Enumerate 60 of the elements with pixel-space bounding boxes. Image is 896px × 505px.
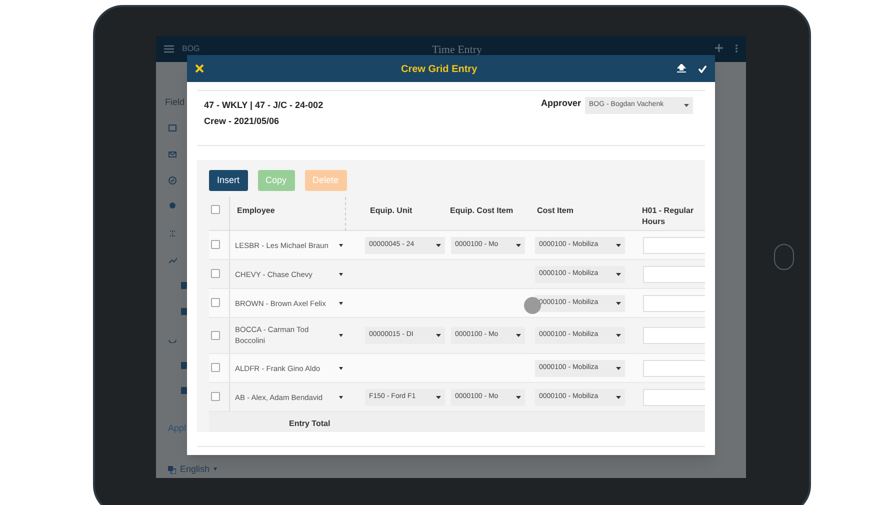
caret-icon [684, 104, 690, 107]
column-header[interactable]: Equip. Cost Item [450, 205, 514, 216]
hours-field[interactable] [643, 327, 705, 344]
dot-icon[interactable] [168, 201, 177, 210]
caret-icon [516, 244, 521, 247]
caret-icon [616, 334, 621, 337]
mail-icon[interactable] [168, 150, 177, 159]
column-header[interactable]: Equip. Unit [370, 205, 412, 216]
close-icon[interactable] [195, 64, 204, 73]
dashed-icon[interactable] [168, 229, 177, 238]
total-label: Entry Total [289, 418, 330, 430]
row-checkbox[interactable] [211, 298, 220, 307]
grid-button[interactable]: Insert [209, 170, 248, 191]
menu-text: BOG [182, 43, 200, 55]
caret-icon[interactable] [339, 273, 343, 276]
hours-field[interactable] [643, 266, 705, 283]
translate-icon [168, 466, 176, 474]
row-checkbox[interactable] [211, 331, 220, 340]
job-info: 47 - WKLY | 47 - J/C - 24-002 [204, 99, 324, 112]
caret-icon[interactable] [339, 396, 343, 399]
caret-icon [616, 302, 621, 305]
hours-field[interactable] [643, 360, 705, 377]
hours-field[interactable] [643, 389, 705, 406]
caret-icon [616, 367, 621, 370]
approver-label: Approver [541, 97, 582, 110]
caret-icon [616, 273, 621, 276]
menu-icon[interactable] [164, 45, 174, 53]
row-checkbox[interactable] [211, 240, 220, 249]
select-all-checkbox[interactable] [211, 205, 220, 214]
row-checkbox[interactable] [211, 392, 220, 401]
caret-icon [516, 396, 521, 399]
caret-icon[interactable] [339, 367, 343, 370]
calendar-icon[interactable] [168, 123, 177, 132]
row-checkbox[interactable] [211, 269, 220, 278]
app-title: Time Entry [432, 43, 482, 58]
more-icon[interactable] [735, 44, 738, 53]
hours-field[interactable] [643, 295, 705, 312]
row-checkbox[interactable] [211, 363, 220, 372]
caret-icon [436, 334, 441, 337]
caret-icon[interactable] [339, 302, 343, 305]
chart-line-icon[interactable] [168, 255, 177, 264]
check-circle-icon[interactable] [168, 176, 177, 185]
caret-icon [436, 244, 441, 247]
dialog-title: Crew Grid Entry [401, 63, 478, 77]
caret-icon [616, 244, 621, 247]
sidebar-heading: Field [165, 96, 185, 109]
home-button-icon[interactable] [774, 244, 794, 270]
column-header[interactable]: Cost Item [537, 205, 574, 216]
plus-icon[interactable] [715, 44, 723, 52]
column-header[interactable]: H01 - Regular Hours [642, 205, 705, 227]
caret-icon[interactable] [339, 334, 343, 337]
column-header[interactable]: Employee [237, 205, 275, 216]
check-icon[interactable] [698, 64, 707, 72]
upload-icon[interactable] [677, 64, 686, 73]
caret-icon [616, 396, 621, 399]
caret-icon [516, 334, 521, 337]
hours-field[interactable] [643, 237, 705, 254]
caret-icon[interactable] [339, 244, 343, 247]
crew-date: Crew - 2021/05/06 [204, 115, 280, 128]
caret-icon [436, 396, 441, 399]
